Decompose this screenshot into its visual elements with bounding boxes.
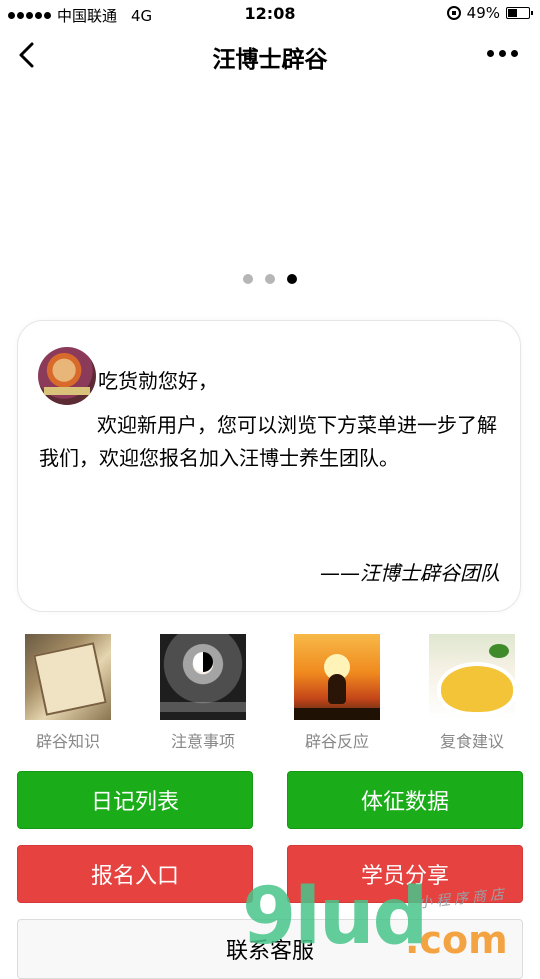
watermark-logo: 9lud (242, 872, 428, 962)
carousel-dot[interactable] (243, 274, 253, 284)
category-label: 复食建议 (439, 732, 504, 751)
vitals-data-button[interactable]: 体征数据 (287, 771, 523, 829)
page-title: 汪博士辟谷 (212, 47, 328, 73)
welcome-message: 欢迎新用户，您可以浏览下方菜单进一步了解我们，欢迎您报名加入汪博士养生团队。 (39, 413, 497, 470)
carousel-dot[interactable] (265, 274, 275, 284)
carousel-indicator (0, 274, 540, 284)
category-label: 辟谷知识 (35, 732, 100, 751)
book-image-icon (25, 634, 111, 720)
user-avatar (38, 347, 96, 405)
category-refeeding[interactable]: 复食建议 (420, 634, 524, 752)
watermark-suffix: .com (405, 918, 508, 962)
welcome-card: 吃货勍您好， 欢迎新用户，您可以浏览下方菜单进一步了解我们，欢迎您报名加入汪博士… (17, 320, 521, 612)
category-label: 注意事项 (170, 732, 235, 751)
battery-percent: 49% (466, 4, 500, 22)
category-label: 辟谷反应 (304, 732, 369, 751)
category-notices[interactable]: 注意事项 (151, 634, 255, 752)
greeting-text: 吃货勍您好， (98, 369, 218, 393)
team-signature: ——汪博士辟谷团队 (320, 561, 500, 585)
porridge-image-icon (429, 634, 515, 720)
navigation-bar: 汪博士辟谷 (0, 28, 540, 82)
carousel-dot-active[interactable] (287, 274, 297, 284)
more-options-icon[interactable] (487, 50, 518, 57)
meditation-image-icon (160, 634, 246, 720)
rotation-lock-icon (446, 6, 461, 20)
sunset-yoga-image-icon (294, 634, 380, 720)
banner-carousel[interactable] (0, 82, 540, 300)
status-right: 49% (446, 4, 533, 22)
diary-list-button[interactable]: 日记列表 (17, 771, 253, 829)
category-knowledge[interactable]: 辟谷知识 (16, 634, 120, 752)
battery-icon (506, 7, 533, 19)
signup-button[interactable]: 报名入口 (17, 845, 253, 903)
status-bar: 中国联通 4G 12:08 49% (0, 0, 540, 28)
category-reactions[interactable]: 辟谷反应 (285, 634, 389, 752)
